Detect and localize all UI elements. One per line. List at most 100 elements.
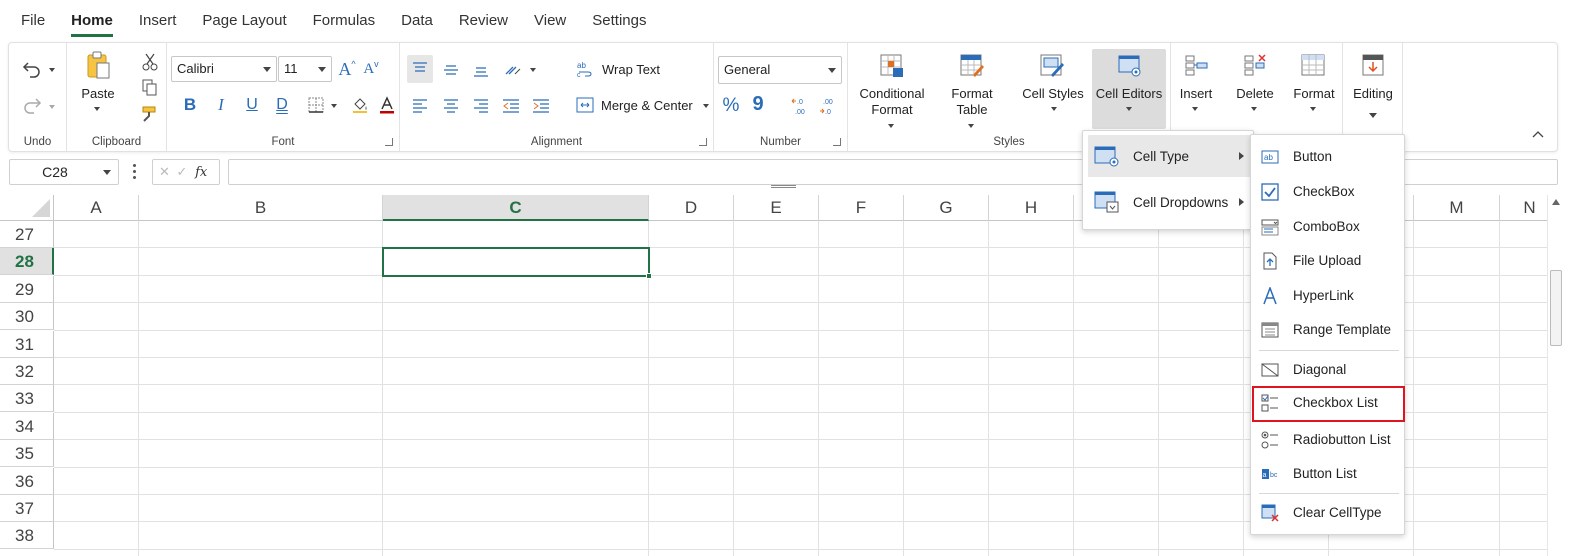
tab-view[interactable]: View — [534, 12, 566, 31]
number-format-select[interactable]: General — [718, 56, 842, 84]
increase-decimal-button[interactable]: .0.00 — [790, 93, 814, 119]
format-table-button[interactable]: Format Table — [940, 86, 1004, 118]
row-header-33[interactable]: 33 — [0, 385, 54, 413]
wrap-text-button[interactable]: Wrap Text — [602, 62, 660, 78]
decrease-decimal-button[interactable]: .00.0 — [818, 93, 842, 119]
row-header-38[interactable]: 38 — [0, 522, 54, 550]
tab-file[interactable]: File — [21, 12, 45, 31]
column-header-c[interactable]: C — [383, 195, 649, 221]
format-table-caret[interactable] — [968, 124, 974, 128]
font-size-select[interactable]: 11 — [278, 56, 332, 82]
align-middle-button[interactable] — [438, 57, 464, 83]
conditional-format-button[interactable]: Conditional Format — [853, 86, 931, 118]
bold-button[interactable]: B — [179, 93, 201, 117]
copy-button[interactable] — [139, 77, 161, 99]
scrollbar-thumb[interactable] — [1550, 270, 1562, 346]
italic-button[interactable]: I — [210, 93, 232, 117]
font-color-button[interactable] — [376, 93, 398, 117]
undo-button[interactable] — [15, 57, 49, 81]
double-underline-button[interactable]: D — [271, 93, 293, 117]
row-header-31[interactable]: 31 — [0, 330, 54, 358]
format-painter-button[interactable] — [139, 103, 161, 125]
column-header-d[interactable]: D — [649, 195, 734, 221]
format-table-icon-btn[interactable] — [956, 51, 988, 81]
column-header-h[interactable]: H — [989, 195, 1074, 221]
column-header-m[interactable]: M — [1414, 195, 1500, 221]
tab-page-layout[interactable]: Page Layout — [202, 12, 286, 31]
cell-styles-button[interactable]: Cell Styles — [1020, 86, 1086, 102]
tab-insert[interactable]: Insert — [139, 12, 177, 31]
cell-styles-caret[interactable] — [1051, 107, 1057, 111]
orientation-button[interactable] — [500, 57, 526, 83]
row-header-37[interactable]: 37 — [0, 495, 54, 522]
merge-center-button[interactable]: Merge & Center — [601, 98, 693, 114]
column-header-g[interactable]: G — [904, 195, 989, 221]
borders-dropdown-caret[interactable] — [331, 104, 337, 108]
column-header-n[interactable]: N — [1500, 195, 1547, 221]
menu-item-cell-dropdowns[interactable]: Cell Dropdowns — [1088, 181, 1250, 223]
menu-item-checkbox[interactable]: CheckBox — [1253, 175, 1403, 208]
vertical-scrollbar[interactable] — [1547, 195, 1564, 556]
increase-indent-button[interactable] — [528, 93, 554, 119]
row-header-32[interactable]: 32 — [0, 358, 54, 385]
fill-color-button[interactable] — [349, 93, 371, 117]
comma-style-button[interactable]: 9 — [747, 91, 769, 117]
menu-item-cell-type[interactable]: Cell Type — [1088, 135, 1250, 177]
decrease-indent-button[interactable] — [498, 93, 524, 119]
tab-home[interactable]: Home — [71, 12, 113, 37]
underline-button[interactable]: U — [241, 93, 263, 117]
number-dialog-launcher[interactable] — [833, 138, 841, 146]
font-family-select[interactable]: Calibri — [171, 56, 277, 82]
delete-cells-caret[interactable] — [1251, 107, 1257, 111]
column-header-a[interactable]: A — [54, 195, 139, 221]
menu-item-radiobutton-list[interactable]: Radiobutton List — [1253, 423, 1403, 456]
active-cell[interactable] — [382, 247, 652, 279]
cell-editors-caret[interactable] — [1126, 107, 1132, 111]
paste-dropdown-caret[interactable] — [94, 107, 100, 111]
column-header-e[interactable]: E — [734, 195, 819, 221]
insert-cells-caret[interactable] — [1192, 107, 1198, 111]
editing-icon-btn[interactable] — [1357, 51, 1389, 81]
cell-editors-icon-btn[interactable] — [1114, 51, 1146, 81]
tab-review[interactable]: Review — [459, 12, 508, 31]
cut-button[interactable] — [139, 51, 161, 73]
align-center-button[interactable] — [438, 93, 464, 119]
conditional-format-caret[interactable] — [888, 124, 894, 128]
more-options-icon[interactable] — [133, 164, 137, 180]
borders-button[interactable] — [305, 93, 327, 117]
align-right-button[interactable] — [468, 93, 494, 119]
wrap-text-icon-btn[interactable]: ab c — [574, 57, 596, 81]
menu-item-button[interactable]: ab Button — [1253, 140, 1403, 173]
menu-item-combobox[interactable]: ComboBox — [1253, 210, 1403, 243]
menu-item-clear-celltype[interactable]: Clear CellType — [1253, 496, 1403, 529]
row-header-29[interactable]: 29 — [0, 275, 54, 303]
merge-center-icon-btn[interactable] — [574, 93, 596, 117]
conditional-format-icon-btn[interactable] — [876, 51, 908, 81]
align-bottom-button[interactable] — [468, 57, 494, 83]
font-dialog-launcher[interactable] — [385, 138, 393, 146]
row-header-36[interactable]: 36 — [0, 467, 54, 495]
fill-handle[interactable] — [646, 272, 652, 279]
tab-data[interactable]: Data — [401, 12, 433, 31]
formula-bar-resize-handle[interactable] — [771, 185, 796, 188]
menu-item-diagonal[interactable]: Diagonal — [1253, 353, 1403, 386]
format-cells-caret[interactable] — [1310, 107, 1316, 111]
cell-editors-button[interactable]: Cell Editors — [1092, 86, 1166, 102]
editing-button[interactable]: Editing — [1343, 86, 1403, 102]
collapse-ribbon-button[interactable] — [1529, 127, 1547, 141]
cell-styles-icon-btn[interactable] — [1036, 51, 1068, 81]
redo-dropdown-caret[interactable] — [49, 105, 55, 109]
format-icon-btn[interactable] — [1297, 51, 1329, 81]
align-top-button[interactable] — [407, 55, 433, 83]
select-all-corner[interactable] — [0, 195, 54, 221]
redo-button[interactable] — [15, 93, 49, 117]
delete-icon-btn[interactable] — [1239, 51, 1271, 81]
increase-font-button[interactable]: A ^ — [336, 57, 358, 81]
row-header-34[interactable]: 34 — [0, 412, 54, 440]
undo-dropdown-caret[interactable] — [49, 68, 55, 72]
menu-item-button-list[interactable]: a bc Button List — [1253, 457, 1403, 490]
format-cells-button[interactable]: Format — [1287, 86, 1341, 102]
tab-settings[interactable]: Settings — [592, 12, 646, 31]
menu-item-range-template[interactable]: Range Template — [1253, 313, 1403, 346]
menu-item-checkbox-list[interactable]: Checkbox List — [1252, 386, 1405, 422]
